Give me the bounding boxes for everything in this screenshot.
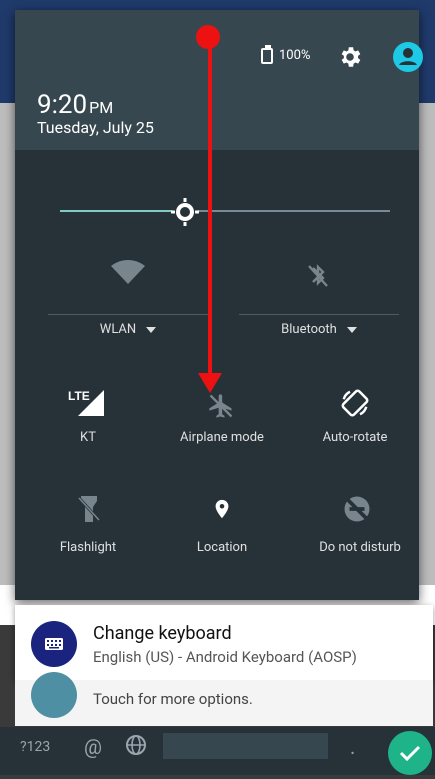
airplane-icon — [209, 394, 233, 418]
notification-subtitle: English (US) - Android Keyboard (AOSP) — [93, 648, 357, 666]
tile-airplane-mode[interactable]: Airplane mode — [162, 382, 282, 452]
period-key[interactable]: . — [350, 735, 355, 759]
tile-auto-rotate-label: Auto-rotate — [322, 430, 388, 445]
bluetooth-chevron-down-icon — [346, 326, 357, 333]
keyboard-bottom-row: ?123 @ . — [0, 727, 435, 775]
bluetooth-dropdown[interactable]: Bluetooth — [239, 322, 399, 337]
globe-icon[interactable] — [124, 733, 148, 757]
swipe-start-dot — [196, 25, 220, 49]
tile-kt[interactable]: LTE KT — [33, 382, 143, 452]
keyboard-glyph-icon — [45, 638, 63, 650]
user-avatar-icon[interactable] — [393, 42, 423, 72]
lte-signal-icon: LTE — [68, 389, 104, 416]
checkmark-icon — [399, 745, 421, 762]
battery-icon — [261, 45, 273, 64]
brightness-slider-fill — [60, 210, 185, 212]
tile-flashlight-label: Flashlight — [59, 540, 117, 555]
tile-do-not-disturb-label: Do not disturb — [319, 540, 401, 555]
wifi-dropdown[interactable]: WLAN — [48, 322, 208, 337]
symbols-key[interactable]: ?123 — [20, 739, 50, 755]
wifi-divider — [48, 314, 208, 315]
spacebar-key[interactable] — [163, 733, 328, 759]
auto-rotate-icon — [341, 389, 369, 417]
bluetooth-off-icon[interactable] — [307, 262, 329, 290]
settings-gear-icon[interactable] — [337, 44, 363, 70]
user-silhouette-icon — [399, 48, 417, 65]
location-icon — [215, 499, 229, 519]
tile-location[interactable]: Location — [162, 490, 282, 560]
bluetooth-divider — [239, 314, 399, 315]
tile-flashlight[interactable]: Flashlight — [33, 490, 143, 560]
tile-airplane-mode-label: Airplane mode — [180, 430, 264, 445]
clock-date: Tuesday, July 25 — [37, 118, 154, 137]
notification-2-subtitle: Touch for more options. — [93, 690, 253, 708]
notification-change-keyboard[interactable]: Change keyboard English (US) - Android K… — [15, 605, 433, 680]
wifi-icon[interactable] — [111, 260, 145, 286]
flashlight-icon — [78, 496, 100, 522]
clock-am-pm: PM — [89, 98, 114, 117]
notification-usb-options[interactable]: Touch for more options. — [15, 672, 433, 726]
tile-auto-rotate[interactable]: Auto-rotate — [300, 382, 410, 452]
swipe-arrow-line — [208, 37, 212, 377]
at-key[interactable]: @ — [84, 735, 102, 759]
brightness-slider-thumb-icon[interactable] — [171, 198, 199, 226]
svg-text:LTE: LTE — [68, 389, 90, 403]
tile-kt-label: KT — [80, 430, 96, 445]
android-icon — [31, 672, 77, 718]
clock-hours: 9:20 — [37, 90, 88, 120]
enter-key[interactable] — [388, 731, 432, 775]
battery-percent: 100% — [279, 48, 311, 63]
clock-time: 9:20 PM — [37, 90, 113, 120]
wifi-label: WLAN — [99, 322, 137, 337]
tile-do-not-disturb[interactable]: Do not disturb — [300, 490, 420, 560]
notification-title: Change keyboard — [93, 623, 232, 644]
bluetooth-label: Bluetooth — [281, 322, 337, 337]
tile-location-label: Location — [196, 540, 248, 555]
swipe-arrow-head — [198, 373, 222, 393]
do-not-disturb-icon — [344, 496, 370, 522]
wifi-chevron-down-icon — [146, 326, 157, 333]
keyboard-icon — [31, 621, 77, 667]
notification-shade: 100% 9:20 PM Tuesday, July 25 WLAN Bluet… — [15, 10, 423, 600]
